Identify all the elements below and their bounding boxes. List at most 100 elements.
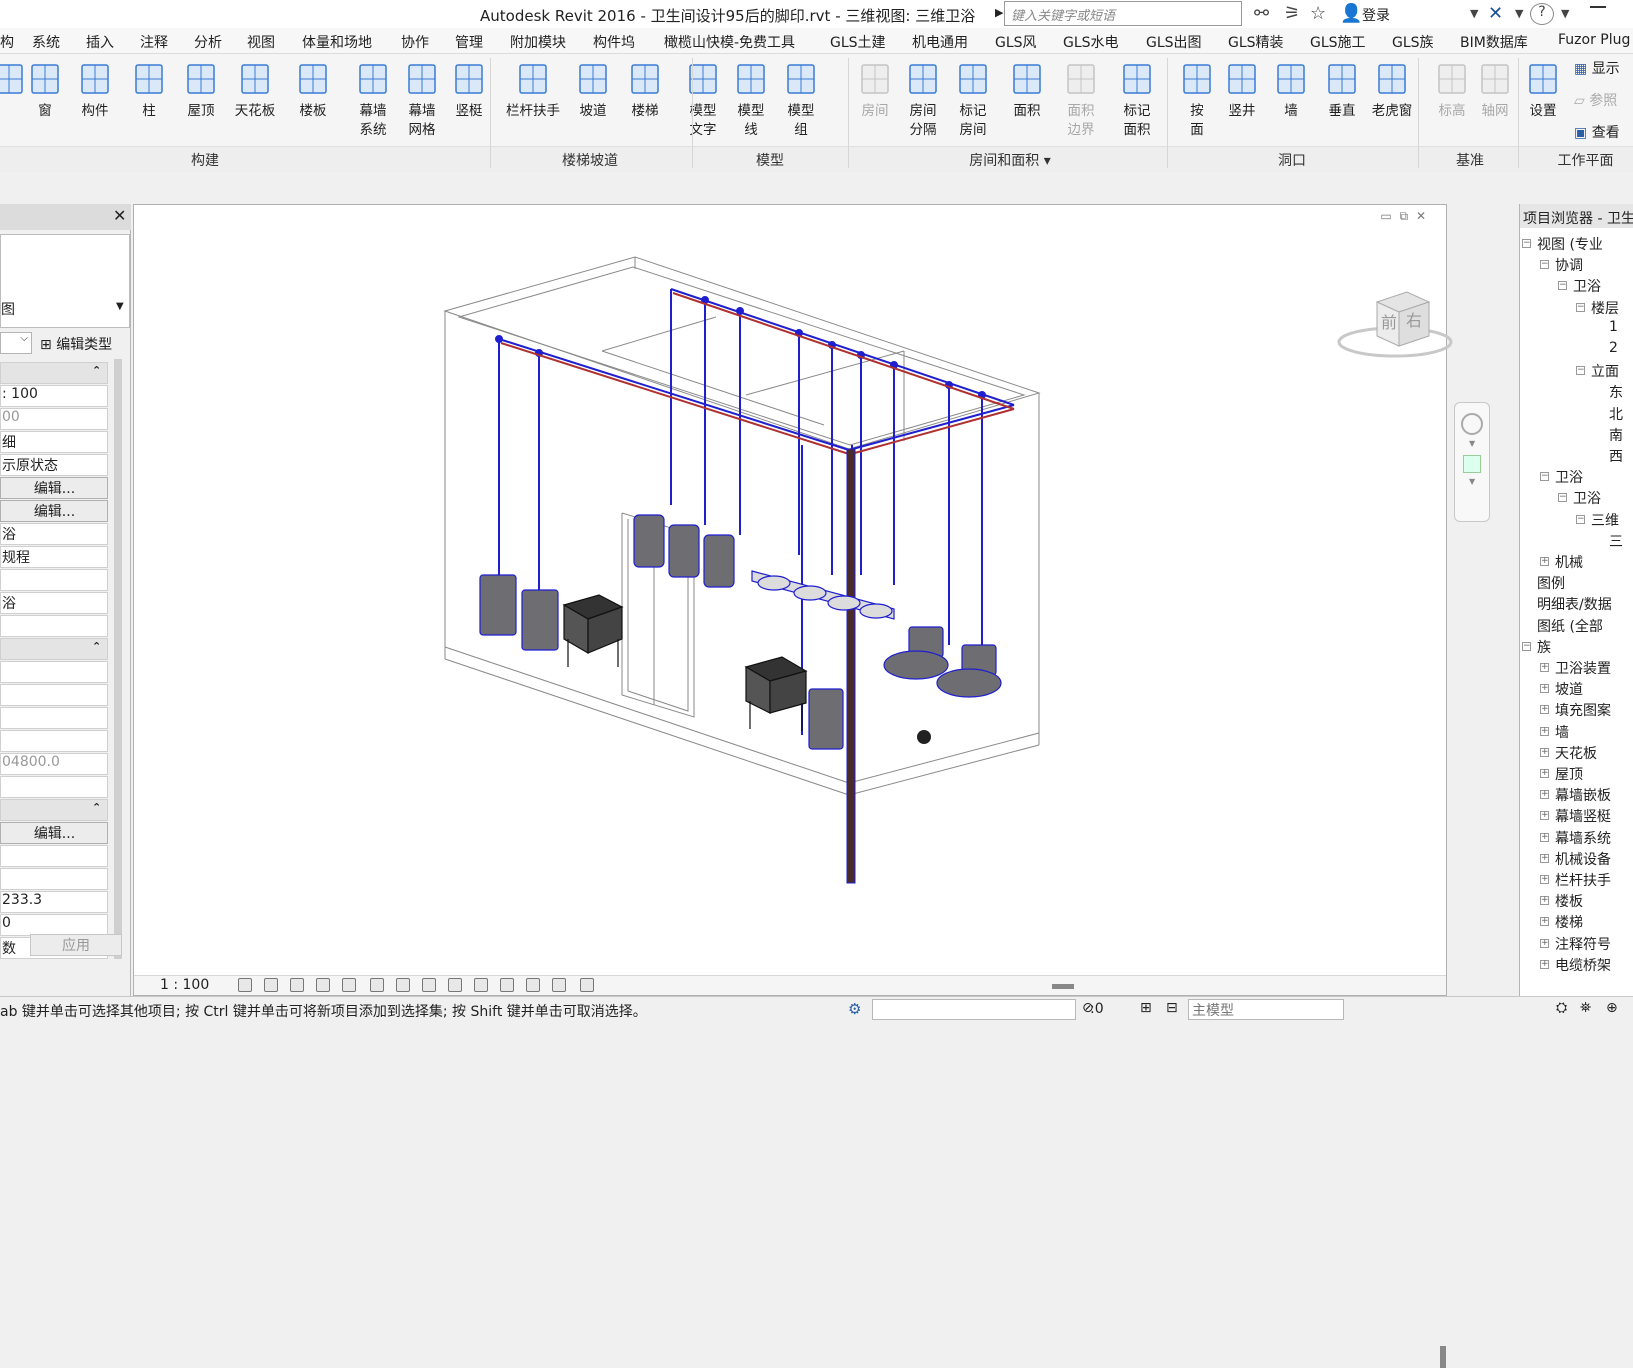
tab-collaborate[interactable]: 协作 xyxy=(401,32,429,52)
browser-node[interactable]: 坡道 xyxy=(1555,679,1583,699)
properties-scrollbar[interactable] xyxy=(114,359,122,959)
select-links-icon[interactable]: ⛭ xyxy=(1556,1000,1567,1016)
panel-room-area-title[interactable]: 房间和面积 ▾ xyxy=(940,150,1080,170)
panel-build-title[interactable]: 构建 xyxy=(150,150,260,170)
select-underlay-icon[interactable]: ⛯ xyxy=(1580,1000,1591,1016)
tab-bim-database[interactable]: BIM数据库 xyxy=(1460,32,1528,52)
browser-node[interactable]: 三 xyxy=(1609,531,1623,551)
expand-icon[interactable]: + xyxy=(1540,959,1549,969)
curtain-system-button[interactable]: 幕墙 系统 xyxy=(346,58,400,168)
browser-node[interactable]: 卫浴 xyxy=(1555,467,1583,487)
3d-view-canvas[interactable]: ▭ ⧉ ✕ 1: 100 xyxy=(133,204,1447,1368)
browser-node[interactable]: 视图 (专业 xyxy=(1537,234,1603,254)
chevron-down-icon[interactable]: ▼ xyxy=(1470,7,1478,20)
browser-node[interactable]: 族 xyxy=(1537,637,1551,657)
reference-plane-button[interactable]: ▱ 参照 xyxy=(1574,90,1617,110)
browser-node[interactable]: 协调 xyxy=(1555,255,1583,275)
property-value[interactable] xyxy=(0,845,108,867)
property-value[interactable]: 示原状态 xyxy=(0,454,108,476)
browser-node[interactable]: 幕墙系统 xyxy=(1555,828,1611,848)
tab-gls-construction[interactable]: GLS施工 xyxy=(1310,32,1366,52)
property-edit-button[interactable]: 编辑... xyxy=(0,477,108,499)
property-value[interactable] xyxy=(0,569,108,591)
search-input[interactable]: 键入关键字或短语 xyxy=(1004,1,1242,26)
component-button[interactable]: 构件 xyxy=(68,58,122,168)
horizontal-scrollbar[interactable] xyxy=(1052,984,1074,989)
browser-node[interactable]: 西 xyxy=(1609,446,1623,466)
reveal-hidden-icon[interactable] xyxy=(474,978,488,992)
shadows-icon[interactable] xyxy=(316,978,330,992)
collapse-icon[interactable]: − xyxy=(1540,260,1549,270)
browser-node[interactable]: 立面 xyxy=(1591,361,1619,381)
property-value[interactable] xyxy=(0,868,108,890)
browser-node[interactable]: 南 xyxy=(1609,425,1623,445)
property-value[interactable]: 浴 xyxy=(0,523,108,545)
room-button[interactable]: 房间 xyxy=(848,58,902,168)
workset-combo[interactable] xyxy=(872,999,1076,1020)
tab-analyze[interactable]: 分析 xyxy=(194,32,222,52)
tab-gls-civil[interactable]: GLS土建 xyxy=(830,32,886,52)
property-edit-button[interactable]: 编辑... xyxy=(0,822,108,844)
chevron-down-icon[interactable]: ▼ xyxy=(1515,7,1523,20)
dormer-button[interactable]: 老虎窗 xyxy=(1365,58,1419,168)
expand-icon[interactable]: + xyxy=(1540,747,1549,757)
floor-button[interactable]: 楼板 xyxy=(286,58,340,168)
curtain-grid-button[interactable]: 幕墙 网格 xyxy=(395,58,449,168)
browser-node[interactable]: 墙 xyxy=(1555,722,1569,742)
property-value[interactable]: 233.3 xyxy=(0,891,108,913)
viewcube-front[interactable]: 前 xyxy=(1381,313,1397,332)
tab-addins[interactable]: 附加模块 xyxy=(510,32,566,52)
property-value[interactable]: 浴 xyxy=(0,592,108,614)
browser-node[interactable]: 北 xyxy=(1609,404,1623,424)
browser-node[interactable]: 栏杆扶手 xyxy=(1555,870,1611,890)
browser-node[interactable]: 东 xyxy=(1609,382,1623,402)
collapse-icon[interactable]: − xyxy=(1522,239,1531,248)
tab-architecture[interactable]: 构 xyxy=(0,32,14,52)
collapse-icon[interactable]: ⌃ xyxy=(92,364,101,377)
expand-icon[interactable]: + xyxy=(1540,557,1549,566)
detail-level-icon[interactable] xyxy=(238,978,252,992)
render-icon[interactable] xyxy=(342,978,356,992)
edit-type-button[interactable]: ⊞ 编辑类型 xyxy=(40,334,112,354)
vertical-scrollbar[interactable] xyxy=(1440,1346,1446,1368)
property-value[interactable] xyxy=(0,730,108,752)
tab-massing-site[interactable]: 体量和场地 xyxy=(302,32,372,52)
view-scale[interactable]: 1 : 100 xyxy=(160,977,209,993)
tag-area-button[interactable]: 标记 面积 xyxy=(1110,58,1164,168)
collapse-icon[interactable]: − xyxy=(1558,281,1567,291)
crop-view-icon[interactable] xyxy=(370,978,384,992)
browser-node[interactable]: 屋顶 xyxy=(1555,764,1583,784)
type-selector[interactable]: 图 ▼ xyxy=(0,234,130,328)
browser-node[interactable]: 明细表/数据 xyxy=(1537,594,1612,614)
tab-olive-mountain[interactable]: 橄榄山快模-免费工具 xyxy=(664,32,795,52)
tab-mep-general[interactable]: 机电通用 xyxy=(912,32,968,52)
viewcube[interactable]: 前 右 xyxy=(1335,280,1455,370)
collapse-icon[interactable]: − xyxy=(1558,493,1567,503)
browser-node[interactable]: 机械设备 xyxy=(1555,849,1611,869)
expand-icon[interactable]: + xyxy=(1540,853,1549,863)
temporary-hide-icon[interactable] xyxy=(448,978,462,992)
tab-annotate[interactable]: 注释 xyxy=(140,32,168,52)
exchange-apps-icon[interactable]: ✕ xyxy=(1488,3,1503,24)
window-button[interactable]: 窗 xyxy=(18,58,72,168)
apply-button[interactable]: 应用 xyxy=(30,934,122,956)
property-value[interactable] xyxy=(0,684,108,706)
tab-insert[interactable]: 插入 xyxy=(86,32,114,52)
tab-component-dock[interactable]: 构件坞 xyxy=(593,32,635,52)
browser-node[interactable]: 图例 xyxy=(1537,573,1565,593)
expand-icon[interactable]: + xyxy=(1540,705,1549,715)
highlight-displacement-icon[interactable] xyxy=(552,978,566,992)
user-icon[interactable]: 👤 xyxy=(1340,3,1362,24)
viewcube-right[interactable]: 右 xyxy=(1406,311,1422,330)
favorites-icon[interactable]: ☆ xyxy=(1310,3,1326,24)
design-options-icon[interactable]: ⊞ xyxy=(1140,1000,1152,1016)
tab-gls-hvac[interactable]: GLS风 xyxy=(995,32,1037,52)
instance-filter-combo[interactable]: ⌵ xyxy=(0,332,32,354)
collapse-icon[interactable]: − xyxy=(1522,641,1531,651)
expand-icon[interactable]: + xyxy=(1540,938,1549,948)
panel-circulation-title[interactable]: 楼梯坡道 xyxy=(535,150,645,170)
close-icon[interactable]: ✕ xyxy=(113,206,126,225)
chevron-down-icon[interactable]: ▼ xyxy=(1561,7,1569,20)
chevron-down-icon[interactable]: ▼ xyxy=(1469,477,1475,486)
property-value[interactable]: 细 xyxy=(0,431,108,453)
